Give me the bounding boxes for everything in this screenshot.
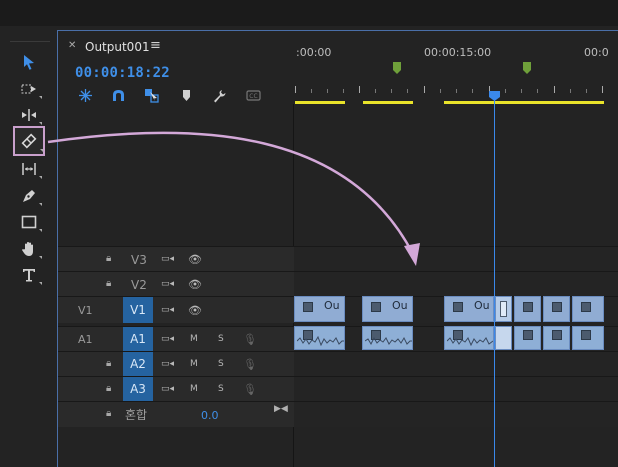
track-name[interactable]: V3 bbox=[131, 253, 147, 267]
sync-lock-icon[interactable]: ▭◂ bbox=[161, 254, 174, 264]
selection-tool-icon[interactable] bbox=[16, 50, 42, 74]
track-v2: 🔒︎ V2 ▭◂ 👁︎ bbox=[58, 271, 618, 296]
ruler-label-start: :00:00 bbox=[296, 46, 332, 59]
track-a3: 🔒︎ A3 ▭◂ M S 🎙︎ bbox=[58, 376, 618, 401]
target-a2[interactable]: A2 bbox=[123, 352, 153, 376]
track-mix: 🔒︎ 혼합 0.0 ▶◀ bbox=[58, 401, 618, 427]
audio-clip[interactable] bbox=[362, 326, 413, 350]
mix-volume-value[interactable]: 0.0 bbox=[201, 409, 219, 422]
track-name[interactable]: V2 bbox=[131, 278, 147, 292]
video-clip[interactable]: Ou bbox=[444, 296, 494, 322]
video-clip-small[interactable] bbox=[495, 296, 512, 322]
playhead-timecode[interactable]: 00:00:18:22 bbox=[75, 65, 170, 81]
video-clip[interactable]: Ou bbox=[362, 296, 413, 322]
mute-button[interactable]: M bbox=[190, 334, 198, 344]
close-tab-icon[interactable]: ✕ bbox=[68, 40, 76, 51]
ruler-label-end: 00:0 bbox=[584, 46, 609, 59]
track-header-a3: 🔒︎ A3 ▭◂ M S 🎙︎ bbox=[58, 377, 294, 401]
marker-icon[interactable] bbox=[523, 62, 531, 74]
eye-icon[interactable]: 👁︎ bbox=[188, 304, 202, 317]
time-ruler[interactable] bbox=[293, 86, 618, 96]
captions-icon[interactable]: CC bbox=[244, 87, 262, 103]
track-select-tool-icon[interactable] bbox=[16, 77, 42, 101]
video-clip[interactable] bbox=[514, 296, 541, 322]
sync-lock-icon[interactable]: ▭◂ bbox=[161, 334, 174, 344]
track-a2: 🔒︎ A2 ▭◂ M S 🎙︎ bbox=[58, 351, 618, 376]
razor-tool-icon[interactable] bbox=[13, 126, 45, 156]
target-a1[interactable]: A1 bbox=[123, 327, 153, 351]
add-marker-icon[interactable] bbox=[177, 87, 195, 103]
ruler-label-15s: 00:00:15:00 bbox=[424, 46, 492, 59]
video-clip[interactable]: Ou bbox=[294, 296, 345, 322]
lock-icon[interactable]: 🔒︎ bbox=[106, 358, 111, 369]
audio-clip[interactable] bbox=[514, 326, 541, 350]
premiere-workspace: ✕ Output001 ≡ 00:00:18:22 CC:00:00 00:0… bbox=[0, 0, 618, 467]
sequence-name[interactable]: Output001 bbox=[85, 40, 150, 54]
tools-panel bbox=[10, 41, 50, 467]
type-tool-icon[interactable] bbox=[16, 263, 42, 287]
track-header-a2: 🔒︎ A2 ▭◂ M S 🎙︎ bbox=[58, 352, 294, 376]
track-header-mix: 🔒︎ 혼합 0.0 ▶◀ bbox=[58, 402, 294, 427]
audio-clip[interactable] bbox=[294, 326, 345, 350]
wrench-settings-icon[interactable] bbox=[210, 87, 228, 103]
target-v1[interactable]: V1 bbox=[123, 297, 153, 323]
slip-tool-icon[interactable] bbox=[16, 157, 42, 181]
audio-clip[interactable] bbox=[543, 326, 570, 350]
solo-button[interactable]: S bbox=[218, 334, 224, 344]
video-clip[interactable] bbox=[543, 296, 570, 322]
rectangle-tool-icon[interactable] bbox=[16, 210, 42, 234]
track-header-v1: V1 V1 ▭◂ 👁︎ bbox=[58, 297, 294, 323]
pen-tool-icon[interactable] bbox=[16, 184, 42, 208]
timeline-tab: ✕ Output001 ≡ bbox=[58, 31, 618, 61]
solo-button[interactable]: S bbox=[218, 359, 224, 369]
go-to-out-point-icon[interactable]: ▶◀ bbox=[274, 404, 288, 414]
source-patch-a1[interactable]: A1 bbox=[78, 333, 93, 346]
track-header-v2: 🔒︎ V2 ▭◂ 👁︎ bbox=[58, 272, 294, 296]
sync-lock-icon[interactable]: ▭◂ bbox=[161, 384, 174, 394]
audio-clip[interactable] bbox=[444, 326, 494, 350]
svg-text:CC: CC bbox=[249, 93, 257, 100]
lock-icon[interactable]: 🔒︎ bbox=[106, 278, 111, 289]
lock-icon[interactable]: 🔒︎ bbox=[106, 253, 111, 264]
source-patch-v1[interactable]: V1 bbox=[78, 304, 93, 317]
work-area-bar[interactable] bbox=[295, 101, 345, 104]
marker-icon[interactable] bbox=[393, 62, 401, 74]
microphone-icon[interactable]: 🎙︎ bbox=[243, 383, 257, 396]
microphone-icon[interactable]: 🎙︎ bbox=[243, 333, 257, 346]
video-clip[interactable] bbox=[572, 296, 604, 322]
eye-icon[interactable]: 👁︎ bbox=[188, 253, 202, 266]
lock-icon[interactable]: 🔒︎ bbox=[106, 408, 111, 419]
ripple-edit-tool-icon[interactable] bbox=[16, 103, 42, 127]
track-header-a1: A1 A1 ▭◂ M S 🎙︎ bbox=[58, 327, 294, 351]
mute-button[interactable]: M bbox=[190, 359, 198, 369]
work-area-bar[interactable] bbox=[363, 101, 413, 104]
solo-button[interactable]: S bbox=[218, 384, 224, 394]
sync-lock-icon[interactable]: ▭◂ bbox=[161, 305, 174, 315]
lock-icon[interactable]: 🔒︎ bbox=[106, 383, 111, 394]
audio-clip-small[interactable] bbox=[495, 326, 512, 350]
audio-clip[interactable] bbox=[572, 326, 604, 350]
track-header-v3: 🔒︎ V3 ▭◂ 👁︎ bbox=[58, 247, 294, 271]
eye-icon[interactable]: 👁︎ bbox=[188, 278, 202, 291]
track-v3: 🔒︎ V3 ▭◂ 👁︎ bbox=[58, 246, 618, 271]
sync-lock-icon[interactable]: ▭◂ bbox=[161, 279, 174, 289]
hand-tool-icon[interactable] bbox=[16, 237, 42, 261]
linked-selection-icon[interactable] bbox=[142, 87, 160, 103]
microphone-icon[interactable]: 🎙︎ bbox=[243, 358, 257, 371]
work-area-bar[interactable] bbox=[444, 101, 604, 104]
target-a3[interactable]: A3 bbox=[123, 377, 153, 401]
playhead-line[interactable] bbox=[494, 100, 495, 467]
sync-lock-icon[interactable]: ▭◂ bbox=[161, 359, 174, 369]
mix-label: 혼합 bbox=[125, 408, 148, 422]
nest-sequence-icon[interactable] bbox=[76, 87, 94, 103]
top-panel-strip bbox=[0, 0, 618, 26]
mute-button[interactable]: M bbox=[190, 384, 198, 394]
panel-menu-icon[interactable]: ≡ bbox=[150, 38, 161, 53]
snap-magnet-icon[interactable] bbox=[109, 87, 127, 103]
